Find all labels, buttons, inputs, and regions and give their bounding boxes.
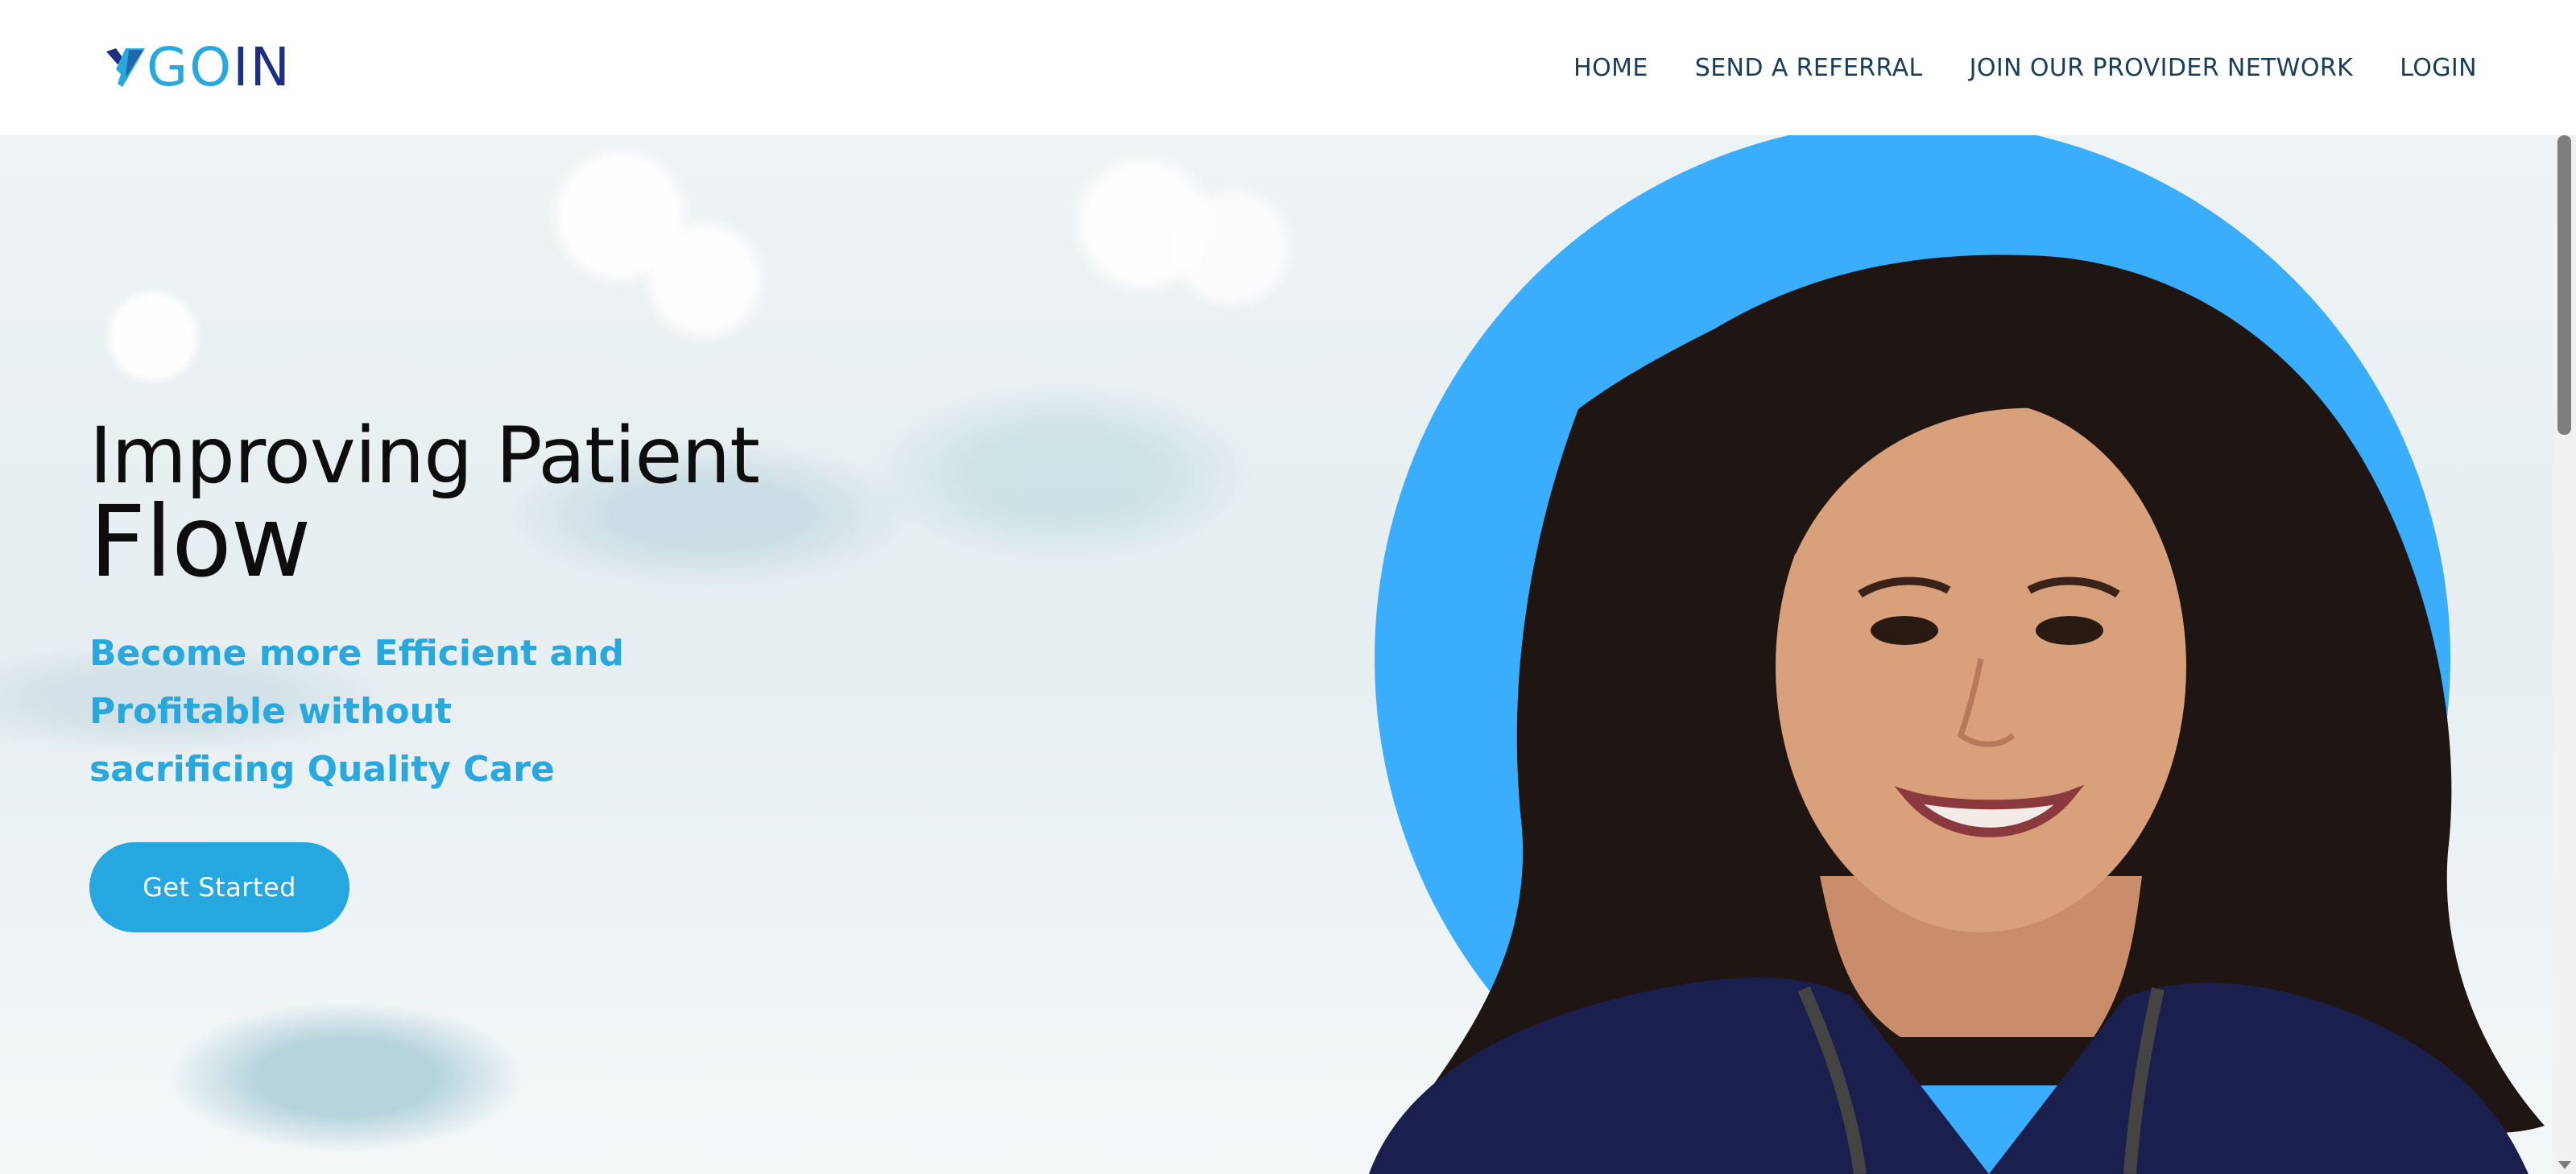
get-started-button[interactable]: Get Started — [89, 842, 349, 932]
logo-link[interactable]: GO IN — [105, 41, 292, 94]
scroll-down-arrow-icon[interactable] — [2558, 1161, 2571, 1169]
nav-home[interactable]: HOME — [1573, 54, 1648, 82]
nav-send-referral[interactable]: SEND A REFERRAL — [1695, 54, 1923, 82]
vertical-scrollbar[interactable] — [2553, 135, 2576, 1174]
header-gutter — [2553, 0, 2576, 135]
hero-title-line2: Flow — [89, 485, 312, 599]
nav-login[interactable]: LOGIN — [2400, 54, 2477, 82]
logo-text-in: IN — [233, 36, 292, 98]
logo-text-go: GO — [147, 36, 234, 98]
logo-wordmark: GO IN — [147, 41, 292, 94]
hero-copy: Improving Patient Flow Become more Effic… — [89, 417, 895, 799]
nav-join-provider-network[interactable]: JOIN OUR PROVIDER NETWORK — [1970, 54, 2354, 82]
site-header: GO IN HOME SEND A REFERRAL JOIN OUR PROV… — [0, 0, 2553, 135]
logo-mark-icon — [106, 48, 145, 87]
hero-portrait — [1240, 135, 2553, 1174]
scrollbar-thumb[interactable] — [2557, 135, 2571, 435]
hero-subtitle: Become more Efficient and Profitable wit… — [89, 633, 624, 790]
main-nav: HOME SEND A REFERRAL JOIN OUR PROVIDER N… — [1573, 54, 2477, 82]
hero-title: Improving Patient Flow — [89, 417, 895, 591]
nurse-portrait-image — [1369, 135, 2545, 1174]
page: GO IN HOME SEND A REFERRAL JOIN OUR PROV… — [0, 0, 2576, 1174]
hero-title-line1: Improving Patient — [89, 411, 760, 501]
hero-section: Improving Patient Flow Become more Effic… — [0, 135, 2553, 1174]
